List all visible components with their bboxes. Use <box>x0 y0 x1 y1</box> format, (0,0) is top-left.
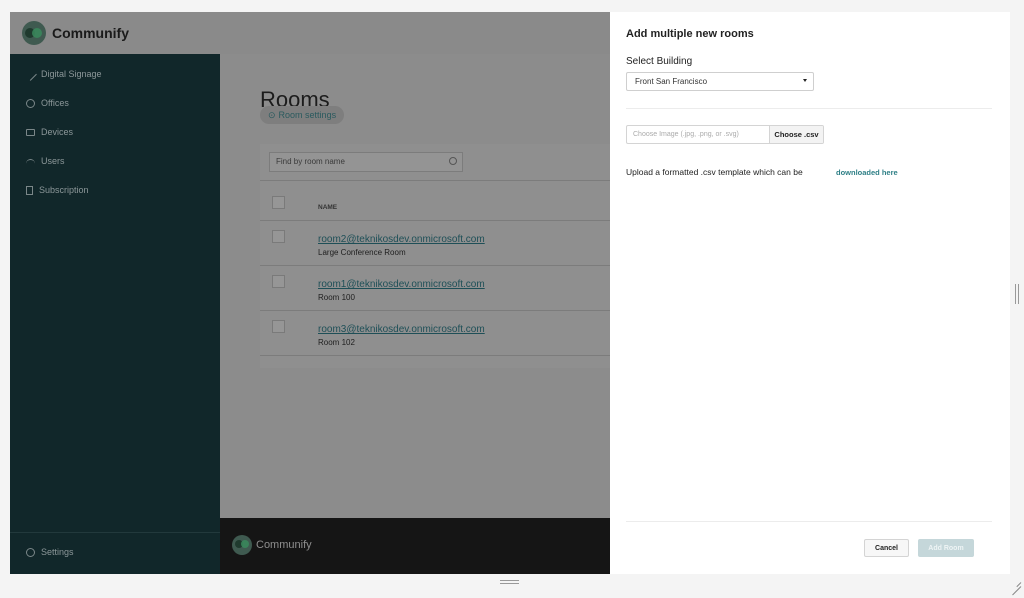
panel-divider <box>626 108 992 109</box>
communify-logo-icon <box>22 21 46 45</box>
sidebar-item-settings[interactable]: Settings <box>26 544 74 560</box>
panel-footer-divider <box>626 521 992 522</box>
file-path-input[interactable]: Choose Image (.jpg, .png, or .svg) <box>627 126 770 143</box>
sidebar-item-devices[interactable]: Devices <box>26 124 73 140</box>
table-divider <box>260 180 620 181</box>
pencil-icon <box>24 67 37 81</box>
sidebar-item-label: Users <box>41 156 65 166</box>
sidebar: Digital Signage Offices Devices Users Su… <box>10 54 220 574</box>
window-resize-grip-icon[interactable] <box>1011 577 1021 587</box>
caret-down-icon <box>803 79 807 82</box>
gear-icon <box>26 547 35 557</box>
add-room-button[interactable]: Add Room <box>918 539 974 557</box>
sidebar-item-label: Settings <box>41 547 74 557</box>
search-input[interactable]: Find by room name <box>269 152 463 172</box>
column-header-name: NAME <box>318 204 338 211</box>
table-divider <box>260 310 620 311</box>
panel-resize-handle[interactable] <box>1015 284 1019 304</box>
room-email-link[interactable]: room2@teknikosdev.onmicrosoft.com <box>318 234 485 245</box>
csv-file-picker: Choose Image (.jpg, .png, or .svg) Choos… <box>626 125 824 144</box>
footer-brand: Communify <box>256 539 312 551</box>
gear-icon <box>26 98 35 108</box>
row-checkbox[interactable] <box>272 320 285 333</box>
monitor-icon <box>26 128 35 136</box>
communify-logo-icon <box>232 535 252 555</box>
table-divider <box>260 265 620 266</box>
table-divider <box>260 220 620 221</box>
download-template-link[interactable]: downloaded here <box>836 168 898 177</box>
building-select[interactable]: Front San Francisco <box>626 72 814 91</box>
gear-icon: ⊙ <box>268 109 276 120</box>
sidebar-item-users[interactable]: Users <box>26 153 65 169</box>
search-placeholder: Find by room name <box>276 157 345 166</box>
room-settings-label: Room settings <box>278 110 337 120</box>
room-email-link[interactable]: room3@teknikosdev.onmicrosoft.com <box>318 324 485 335</box>
sidebar-item-label: Offices <box>41 98 69 108</box>
sidebar-item-digital-signage[interactable]: Digital Signage <box>24 66 102 82</box>
building-label: Select Building <box>626 56 693 67</box>
choose-csv-button[interactable]: Choose .csv <box>770 126 823 143</box>
building-select-value: Front San Francisco <box>635 77 708 86</box>
panel-title: Add multiple new rooms <box>626 28 754 40</box>
rooms-table-card: Find by room name NAME room2@teknikosdev… <box>260 144 620 368</box>
sidebar-item-label: Subscription <box>39 185 89 195</box>
sidebar-item-subscription[interactable]: Subscription <box>26 182 89 198</box>
sidebar-item-offices[interactable]: Offices <box>26 95 69 111</box>
file-path-placeholder: Choose Image (.jpg, .png, or .svg) <box>633 131 739 138</box>
table-divider <box>260 355 620 356</box>
room-settings-button[interactable]: ⊙ Room settings <box>260 106 345 124</box>
room-name: Large Conference Room <box>318 248 406 257</box>
row-checkbox[interactable] <box>272 230 285 243</box>
user-icon <box>26 158 35 168</box>
search-icon <box>449 157 457 165</box>
document-icon <box>26 185 33 195</box>
upload-instructions: Upload a formatted .csv template which c… <box>626 167 803 177</box>
row-checkbox[interactable] <box>272 275 285 288</box>
add-rooms-panel: Add multiple new rooms Select Building F… <box>610 12 1010 574</box>
cancel-button[interactable]: Cancel <box>864 539 909 557</box>
sidebar-divider <box>10 532 220 533</box>
sidebar-item-label: Devices <box>41 127 74 137</box>
room-name: Room 102 <box>318 338 355 347</box>
app-window: Communify Digital Signage Offices Device… <box>10 12 1010 574</box>
room-name: Room 100 <box>318 293 355 302</box>
room-email-link[interactable]: room1@teknikosdev.onmicrosoft.com <box>318 279 485 290</box>
select-all-checkbox[interactable] <box>272 196 285 209</box>
sidebar-item-label: Digital Signage <box>41 69 102 79</box>
app-name: Communify <box>52 25 129 41</box>
drag-handle[interactable] <box>500 580 519 584</box>
